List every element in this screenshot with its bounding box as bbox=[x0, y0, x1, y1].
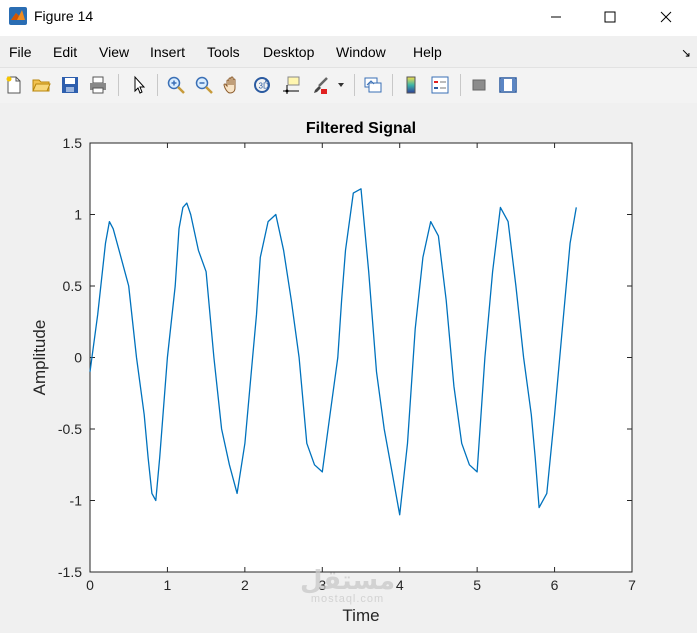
watermark-url: mostaql.com bbox=[310, 593, 385, 605]
x-tick-label: 1 bbox=[164, 577, 172, 593]
zoom-in-button[interactable] bbox=[164, 73, 188, 97]
data-cursor-icon bbox=[283, 76, 300, 94]
hide-plot-tools-icon bbox=[472, 79, 486, 91]
y-axis-label: Amplitude bbox=[30, 320, 49, 396]
pointer-button[interactable] bbox=[127, 73, 151, 97]
pan-button[interactable] bbox=[220, 73, 244, 97]
zoom-in-icon bbox=[167, 76, 185, 94]
print-button[interactable] bbox=[86, 73, 110, 97]
x-tick-label: 5 bbox=[473, 577, 481, 593]
line-chart[interactable]: 0 1 2 3 4 5 6 7-1.5-1-0.500.511.5Filtered Signa… bbox=[0, 103, 697, 628]
y-tick-label: 0 bbox=[74, 350, 82, 366]
menu-window[interactable]: Window bbox=[336, 44, 386, 60]
brush-button[interactable] bbox=[308, 73, 332, 97]
maximize-icon bbox=[604, 11, 616, 23]
x-axis-label: Time bbox=[342, 606, 379, 625]
print-icon bbox=[90, 76, 106, 94]
colorbar-button[interactable] bbox=[399, 73, 423, 97]
legend-icon bbox=[431, 76, 449, 94]
chart-title: Filtered Signal bbox=[306, 120, 416, 137]
rotate-3d-button[interactable]: 3D bbox=[250, 73, 274, 97]
x-tick-label: 7 bbox=[628, 577, 636, 593]
y-tick-label: -1.5 bbox=[58, 564, 82, 580]
menu-bar: File Edit View Insert Tools Desktop Wind… bbox=[0, 36, 697, 66]
close-icon bbox=[660, 11, 672, 23]
x-tick-label: 6 bbox=[551, 577, 559, 593]
y-tick-label: -0.5 bbox=[58, 421, 82, 437]
watermark: مستقل mostaql.com bbox=[300, 568, 395, 605]
x-tick-label: 0 bbox=[86, 577, 94, 593]
save-icon bbox=[62, 77, 78, 93]
link-plot-button[interactable] bbox=[361, 73, 385, 97]
dock-arrow-icon[interactable]: ↘ bbox=[681, 46, 691, 60]
maximize-button[interactable] bbox=[587, 0, 633, 34]
svg-text:3D: 3D bbox=[259, 82, 269, 91]
window-titlebar: Figure 14 bbox=[0, 0, 697, 36]
menu-desktop[interactable]: Desktop bbox=[263, 44, 314, 60]
close-button[interactable] bbox=[643, 0, 689, 34]
zoom-out-icon bbox=[195, 76, 213, 94]
pan-hand-icon bbox=[223, 76, 236, 94]
menu-edit[interactable]: Edit bbox=[53, 44, 77, 60]
open-file-icon bbox=[32, 79, 51, 92]
brush-dropdown-button[interactable] bbox=[334, 73, 348, 97]
x-tick-label: 4 bbox=[396, 577, 404, 593]
new-figure-icon bbox=[6, 76, 21, 94]
watermark-logo-text: مستقل bbox=[300, 566, 396, 596]
save-button[interactable] bbox=[58, 73, 82, 97]
colorbar-icon bbox=[406, 76, 416, 94]
brush-icon bbox=[314, 77, 328, 94]
menu-tools[interactable]: Tools bbox=[207, 44, 240, 60]
open-file-button[interactable] bbox=[29, 73, 53, 97]
pointer-icon bbox=[134, 75, 146, 94]
y-tick-label: -1 bbox=[70, 493, 83, 509]
brush-dropdown-icon bbox=[338, 83, 344, 87]
link-plot-icon bbox=[364, 77, 382, 93]
matlab-icon bbox=[9, 7, 27, 25]
show-plot-tools-button[interactable] bbox=[496, 73, 520, 97]
rotate-3d-icon: 3D bbox=[254, 77, 270, 93]
data-cursor-button[interactable] bbox=[279, 73, 303, 97]
window-title: Figure 14 bbox=[34, 8, 94, 24]
show-plot-tools-icon bbox=[499, 77, 517, 93]
menu-insert[interactable]: Insert bbox=[150, 44, 185, 60]
minimize-button[interactable] bbox=[533, 0, 579, 34]
menu-help[interactable]: Help bbox=[413, 44, 442, 60]
figure-toolbar: 3D bbox=[0, 67, 697, 104]
x-tick-label: 2 bbox=[241, 577, 249, 593]
new-figure-button[interactable] bbox=[2, 73, 26, 97]
menu-view[interactable]: View bbox=[99, 44, 129, 60]
legend-button[interactable] bbox=[428, 73, 452, 97]
y-tick-label: 0.5 bbox=[63, 278, 83, 294]
zoom-out-button[interactable] bbox=[192, 73, 216, 97]
y-tick-label: 1 bbox=[74, 207, 82, 223]
figure-canvas: 0 1 2 3 4 5 6 7 -1.5 -1 -0.5 0 0.5 1 1.5 Filtered Signa… bbox=[0, 103, 697, 628]
y-tick-label: 1.5 bbox=[63, 135, 83, 151]
hide-plot-tools-button[interactable] bbox=[467, 73, 491, 97]
menu-file[interactable]: File bbox=[9, 44, 32, 60]
minimize-icon bbox=[551, 16, 561, 18]
axes-box bbox=[89, 142, 633, 573]
